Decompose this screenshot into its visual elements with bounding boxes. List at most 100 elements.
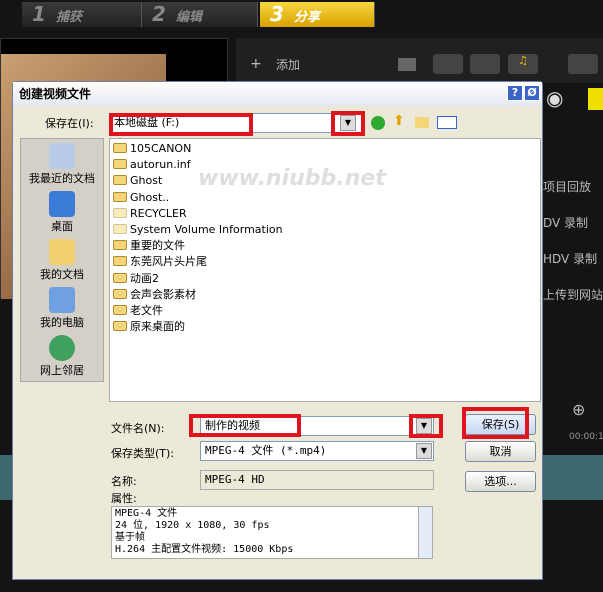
folder-item[interactable]: Ghost.. <box>113 190 537 206</box>
place-label: 网上邻居 <box>40 364 84 377</box>
tab-share[interactable]: 3 分享 <box>260 2 375 27</box>
attribute-line: 24 位, 1920 x 1080, 30 fps <box>115 520 270 531</box>
list-view-icon[interactable] <box>568 54 598 74</box>
folder-name: System Volume Information <box>130 222 283 236</box>
folder-icon <box>113 143 127 153</box>
up-folder-icon[interactable]: ⬆ <box>393 113 405 129</box>
folder-icon <box>113 288 127 299</box>
photo-filter-icon[interactable] <box>470 54 500 74</box>
folder-name: 原来桌面的 <box>130 320 185 334</box>
folder-name: RECYCLER <box>130 206 187 220</box>
music-filter-icon[interactable]: ♫ <box>508 54 538 74</box>
filetype-label: 保存类型(T): <box>111 447 175 460</box>
place-network[interactable]: 网上邻居 <box>21 331 103 379</box>
film-icon[interactable] <box>588 88 603 110</box>
save-in-label: 保存在(I): <box>45 117 94 130</box>
filetype-select[interactable]: MPEG-4 文件 (*.mp4) <box>200 441 434 461</box>
place-my-computer[interactable]: 我的电脑 <box>21 283 103 331</box>
place-recent[interactable]: 我最近的文档 <box>21 139 103 187</box>
options-button[interactable]: 选项... <box>465 471 536 492</box>
folder-icon <box>113 207 127 218</box>
attribute-line: H.264 主配置文件视频: 15000 Kbps <box>115 544 294 555</box>
zoom-in-icon[interactable]: ⊕ <box>572 400 585 419</box>
folder-item[interactable]: 老文件 <box>113 303 537 319</box>
menu-dv-record[interactable]: DV 录制 <box>543 214 588 231</box>
folder-name: 会声会影素材 <box>130 287 196 301</box>
folder-item[interactable]: System Volume Information <box>113 222 537 238</box>
tab-capture[interactable]: 1 捕获 <box>22 2 142 27</box>
menu-project-playback[interactable]: 项目回放 <box>543 178 591 195</box>
view-menu-icon[interactable] <box>437 116 457 129</box>
tab-label: 分享 <box>293 10 320 25</box>
places-bar: 我最近的文档 桌面 我的文档 我的电脑 网上邻居 <box>20 138 104 382</box>
folder-icon <box>113 175 127 186</box>
folder-icon <box>113 272 127 283</box>
place-desktop[interactable]: 桌面 <box>21 187 103 235</box>
folder-name: 老文件 <box>130 303 163 317</box>
audio-disc-icon[interactable]: ◉ <box>546 86 576 112</box>
attribute-line: 基于帧 <box>115 532 145 543</box>
place-my-documents[interactable]: 我的文档 <box>21 235 103 283</box>
tab-label: 编辑 <box>175 10 202 25</box>
filetype-dropdown[interactable]: ▼ <box>416 443 432 459</box>
highlight-box <box>409 414 443 438</box>
folder-name: Ghost.. <box>130 190 170 204</box>
folder-icon <box>113 304 127 315</box>
plus-icon[interactable]: + <box>250 56 262 72</box>
highlight-box <box>189 414 301 437</box>
folder-icon <box>113 256 127 267</box>
folder-name: 东莞风片头片尾 <box>130 255 207 269</box>
tab-edit[interactable]: 2 编辑 <box>142 2 258 27</box>
timecode: 00:00:1 <box>569 432 603 442</box>
folder-item[interactable]: 东莞风片头片尾 <box>113 254 537 270</box>
place-label: 我的电脑 <box>40 316 84 329</box>
folder-icon <box>113 159 127 170</box>
tab-label: 捕获 <box>55 10 82 25</box>
library-toolbar: + 添加 ♫ <box>236 38 603 83</box>
video-filter-icon[interactable] <box>433 54 463 74</box>
cancel-button[interactable]: 取消 <box>465 441 536 462</box>
folder-name: 动画2 <box>130 271 159 285</box>
folder-name: 105CANON <box>130 142 192 155</box>
filename-label: 文件名(N): <box>111 422 165 435</box>
my-documents-icon <box>49 239 75 265</box>
menu-upload-web[interactable]: 上传到网站 <box>543 286 603 303</box>
my-computer-icon <box>49 287 75 313</box>
highlight-box <box>462 407 529 439</box>
folder-icon <box>113 191 127 202</box>
folder-icon <box>113 223 127 234</box>
folder-item[interactable]: 105CANON <box>113 141 537 157</box>
back-icon[interactable] <box>371 116 385 130</box>
highlight-box <box>109 113 253 136</box>
attributes-box: MPEG-4 文件 24 位, 1920 x 1080, 30 fps 基于帧 … <box>111 506 433 559</box>
folder-item[interactable]: RECYCLER <box>113 206 537 222</box>
create-video-file-dialog: 创建视频文件 ? Ø 保存在(I): 本地磁盘 (F:) ▼ ⬆ 我最近的文档 … <box>12 81 543 580</box>
folder-item[interactable]: 动画2 <box>113 271 537 287</box>
folder-icon <box>113 240 127 251</box>
place-label: 我最近的文档 <box>29 172 95 185</box>
folder-name: 重要的文件 <box>130 239 185 253</box>
folder-name: autorun.inf <box>130 158 191 172</box>
highlight-box <box>331 111 365 136</box>
folder-item[interactable]: 重要的文件 <box>113 238 537 254</box>
close-button[interactable]: Ø <box>524 85 540 101</box>
folder-name: Ghost <box>130 174 163 188</box>
attributes-label: 属性: <box>111 492 137 505</box>
new-folder-icon[interactable] <box>415 117 429 128</box>
folder-icon <box>113 321 127 332</box>
recent-docs-icon <box>49 143 75 169</box>
place-label: 我的文档 <box>40 268 84 281</box>
scrollbar[interactable] <box>418 507 432 558</box>
folder-item[interactable]: 原来桌面的 <box>113 319 537 335</box>
place-label: 桌面 <box>51 220 73 233</box>
folder-item[interactable]: 会声会影素材 <box>113 287 537 303</box>
dialog-title: 创建视频文件 <box>13 82 542 106</box>
watermark: www.niubb.net <box>198 166 386 191</box>
network-icon <box>49 335 75 361</box>
name-label: 名称: <box>111 475 137 488</box>
help-button[interactable]: ? <box>507 85 523 101</box>
attribute-line: MPEG-4 文件 <box>115 508 178 519</box>
add-button[interactable]: 添加 <box>276 56 300 73</box>
menu-hdv-record[interactable]: HDV 录制 <box>543 250 597 267</box>
folder-icon[interactable] <box>398 58 416 71</box>
